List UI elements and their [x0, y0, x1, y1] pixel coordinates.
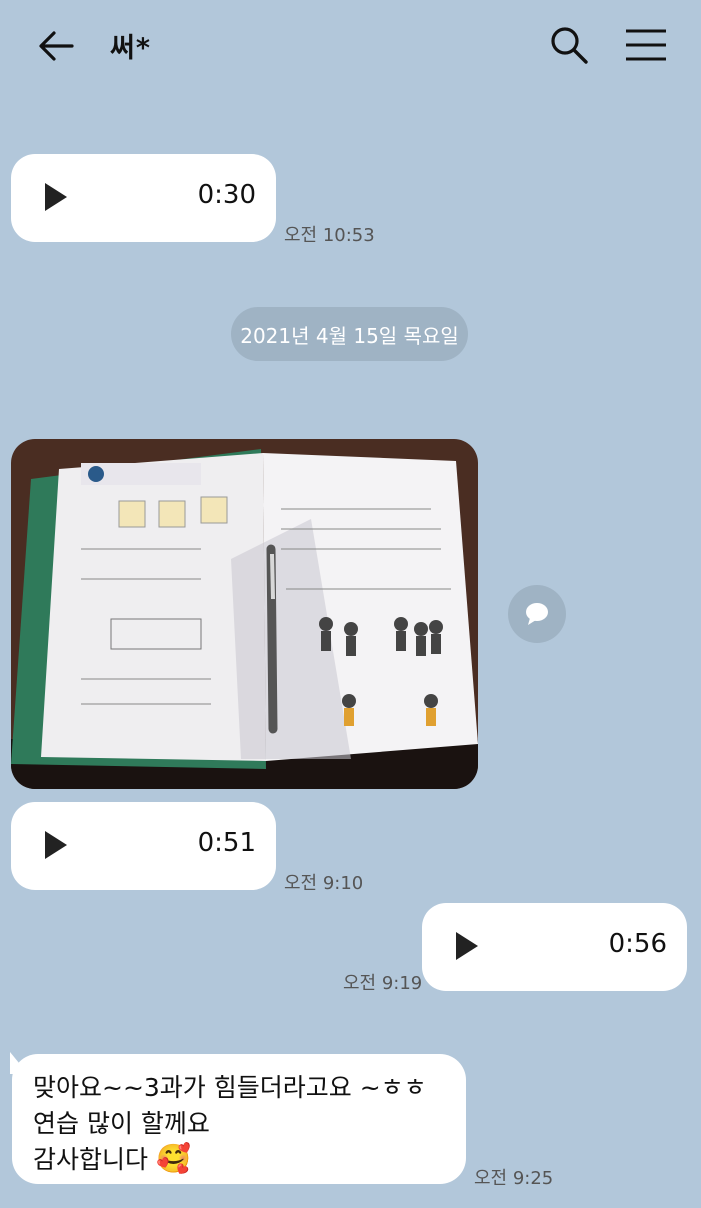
- search-icon: [551, 27, 588, 64]
- message-time: 오전 9:25: [474, 1168, 554, 1189]
- play-icon[interactable]: [45, 183, 67, 211]
- search-button[interactable]: [548, 24, 590, 66]
- message-line: 감사합니다: [33, 1145, 149, 1174]
- message-time: 오전 10:53: [284, 225, 375, 246]
- date-label: 2021년 4월 15일 목요일: [240, 323, 459, 348]
- voice-message[interactable]: 0:51: [11, 802, 276, 890]
- arrow-left-icon: [39, 31, 74, 61]
- text-message[interactable]: 맞아요~~3과가 힘들더라고요 ~ㅎㅎ 연습 많이 할께요 감사합니다 🥰: [10, 1052, 466, 1184]
- menu-button[interactable]: [624, 28, 668, 62]
- message-line: 연습 많이 할께요: [33, 1109, 210, 1138]
- share-button[interactable]: [508, 585, 566, 643]
- back-button[interactable]: [36, 26, 76, 66]
- smiling-face-with-hearts-emoji: 🥰: [155, 1142, 191, 1175]
- voice-message[interactable]: 0:30: [11, 154, 276, 242]
- message-line: 맞아요~~3과가 힘들더라고요 ~ㅎㅎ: [33, 1073, 427, 1102]
- speech-bubble-icon: [526, 603, 548, 625]
- hamburger-menu-icon: [626, 29, 666, 61]
- voice-duration: 0:56: [608, 929, 667, 959]
- voice-duration: 0:51: [197, 828, 256, 858]
- voice-message[interactable]: 0:56: [422, 903, 687, 991]
- voice-duration: 0:30: [197, 180, 256, 210]
- message-time: 오전 9:19: [343, 973, 423, 994]
- play-icon[interactable]: [456, 932, 478, 960]
- date-separator: 2021년 4월 15일 목요일: [231, 307, 468, 361]
- textbook-photo: [11, 439, 478, 789]
- chat-title: 써*: [110, 33, 151, 64]
- photo-message[interactable]: [11, 439, 478, 789]
- bubble-tail: [10, 1052, 28, 1074]
- play-icon[interactable]: [45, 831, 67, 859]
- message-time: 오전 9:10: [284, 873, 364, 894]
